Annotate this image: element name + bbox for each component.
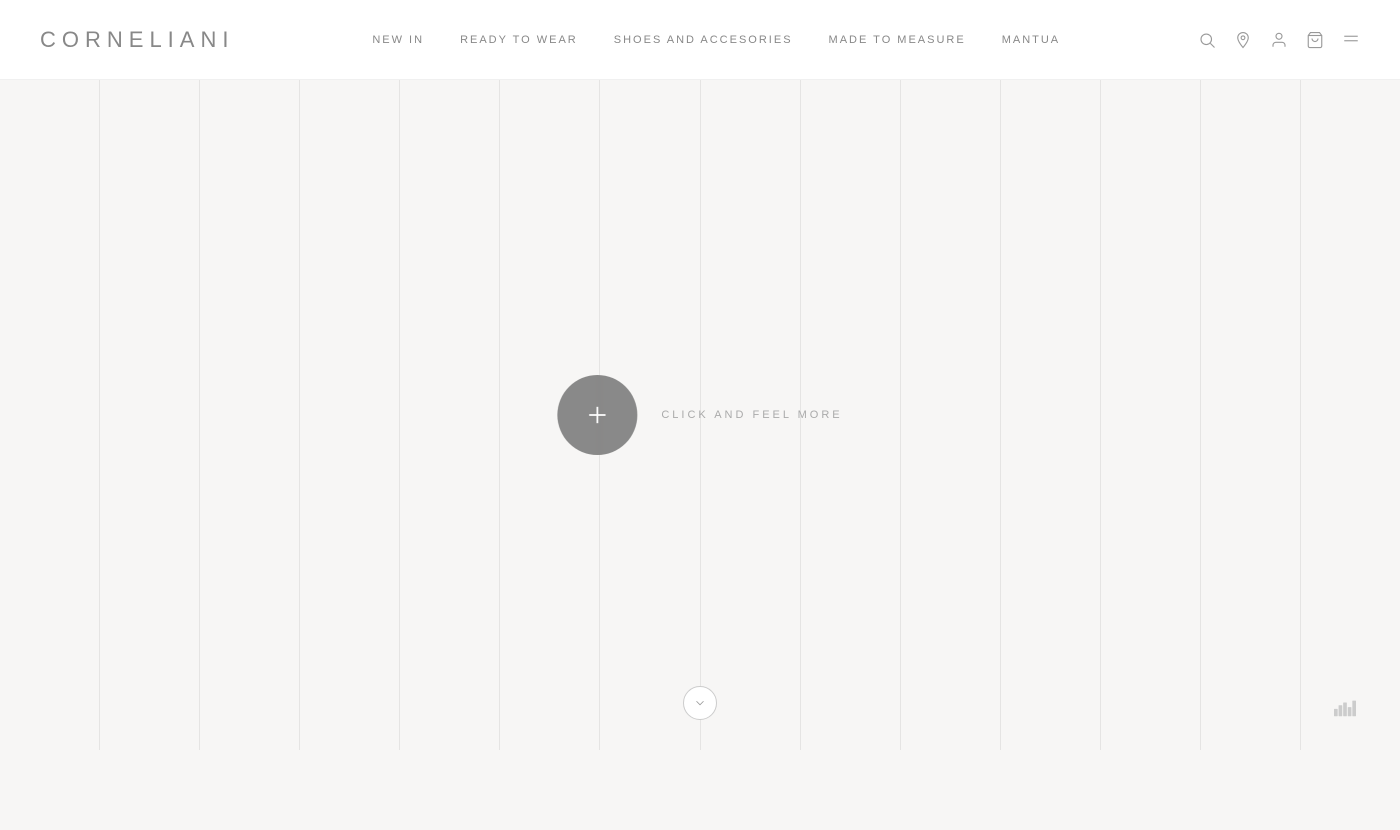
account-icon[interactable] [1270,31,1288,49]
bar-chart-icon [1334,699,1356,717]
stripe-5 [400,80,500,750]
header-icons [1198,31,1360,49]
search-icon[interactable] [1198,31,1216,49]
nav-item-made-to-measure[interactable]: MADE TO MEASURE [829,34,966,46]
nav-item-ready-to-wear[interactable]: READY TO WEAR [460,34,578,46]
stripe-10 [901,80,1001,750]
nav-item-shoes-accesories[interactable]: SHOES AND ACCESORIES [614,34,793,46]
stripe-12 [1101,80,1201,750]
stripe-11 [1001,80,1101,750]
main-content: CLICK AND FEEL MORE [0,80,1400,750]
stripe-4 [300,80,400,750]
click-feel-more-button[interactable]: CLICK AND FEEL MORE [557,375,842,455]
analytics-icon [1334,699,1356,722]
stripe-1 [0,80,100,750]
location-icon[interactable] [1234,31,1252,49]
nav-item-mantua[interactable]: MANTUA [1002,34,1060,46]
click-feel-label: CLICK AND FEEL MORE [661,409,842,421]
stripe-3 [200,80,300,750]
menu-icon[interactable] [1342,31,1360,49]
logo[interactable]: CORNELIANI [40,27,234,53]
nav-item-new-in[interactable]: NEW IN [372,34,424,46]
stripe-13 [1201,80,1301,750]
scroll-down-button[interactable] [683,686,717,720]
cart-icon[interactable] [1306,31,1324,49]
plus-icon [583,401,611,429]
plus-circle-button[interactable] [557,375,637,455]
main-nav: NEW IN READY TO WEAR SHOES AND ACCESORIE… [372,34,1060,46]
header: CORNELIANI NEW IN READY TO WEAR SHOES AN… [0,0,1400,80]
stripe-14 [1301,80,1400,750]
chevron-down-icon [693,696,707,710]
stripe-2 [100,80,200,750]
